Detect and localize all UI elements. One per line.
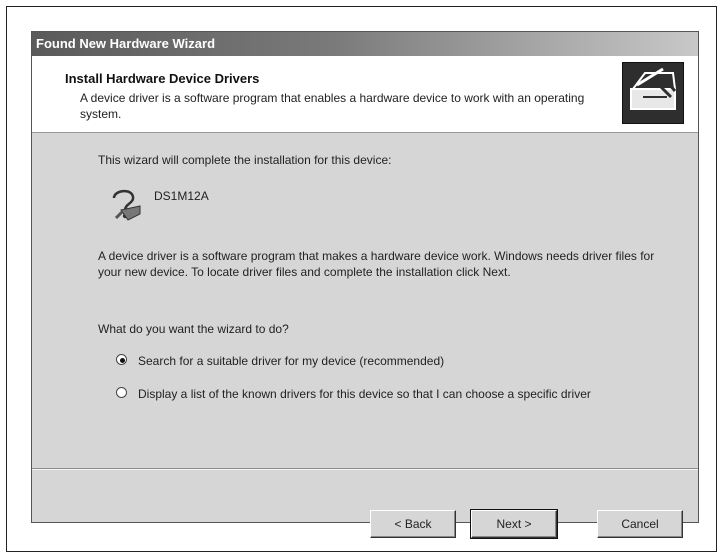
wizard-header: Install Hardware Device Drivers A device… bbox=[32, 56, 698, 133]
explanation-text: A device driver is a software program th… bbox=[98, 249, 655, 279]
intro-text: This wizard will complete the installati… bbox=[98, 153, 392, 167]
radio-selected-dot bbox=[120, 358, 125, 363]
title-bar[interactable]: Found New Hardware Wizard bbox=[32, 32, 698, 56]
next-button[interactable]: Next > bbox=[470, 509, 558, 539]
cancel-button[interactable]: Cancel bbox=[597, 510, 683, 538]
option-display-list-label[interactable]: Display a list of the known drivers for … bbox=[138, 386, 668, 402]
unknown-device-icon bbox=[106, 184, 146, 224]
window-title: Found New Hardware Wizard bbox=[36, 36, 216, 51]
question-text: What do you want the wizard to do? bbox=[98, 322, 289, 336]
option-search-driver-label[interactable]: Search for a suitable driver for my devi… bbox=[138, 353, 668, 369]
header-title: Install Hardware Device Drivers bbox=[65, 71, 260, 86]
device-name: DS1M12A bbox=[154, 189, 209, 203]
button-divider bbox=[32, 468, 698, 470]
radio-display-list[interactable] bbox=[116, 387, 127, 398]
radio-search-driver[interactable] bbox=[116, 354, 127, 365]
header-description: A device driver is a software program th… bbox=[80, 91, 585, 121]
hardware-install-icon bbox=[622, 62, 684, 124]
wizard-dialog: Found New Hardware Wizard Install Hardwa… bbox=[31, 31, 699, 523]
back-button[interactable]: < Back bbox=[370, 510, 456, 538]
